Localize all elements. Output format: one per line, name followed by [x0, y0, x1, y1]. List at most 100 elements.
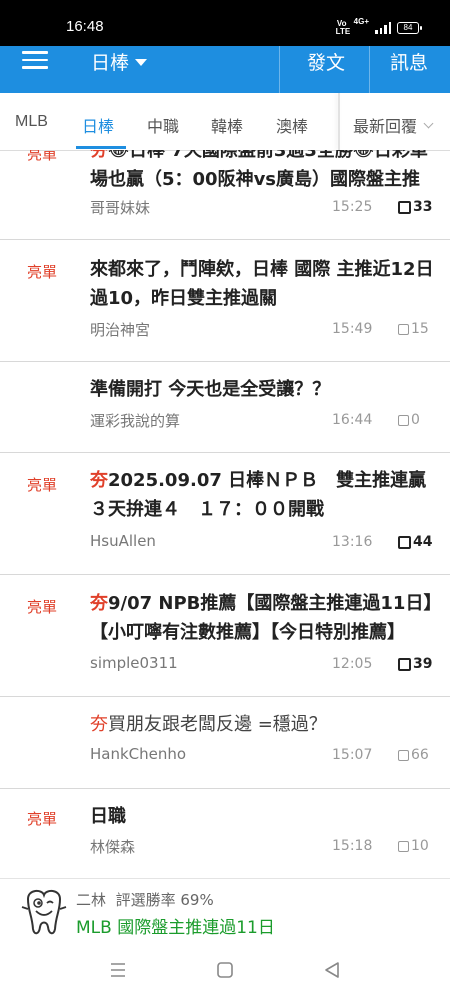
post-item[interactable]: 夯買朋友跟老闆反邊 =穩過？ HankChenho 15:07 66	[0, 696, 450, 789]
reply-number: 44	[413, 534, 433, 550]
tipster-name: 二林	[76, 891, 107, 909]
post-author: HankChenho	[90, 745, 187, 763]
post-author: 哥哥妹妹	[90, 199, 151, 217]
reply-count-icon	[398, 323, 409, 335]
network-type-label: 4G+	[353, 17, 369, 26]
reply-count-icon	[398, 657, 411, 671]
post-item[interactable]: 亮單 夯2025.09.07 日棒ＮＰＢ 雙主推連贏３天拚連４ １７：００開戰 …	[0, 452, 450, 575]
post-title-text: 準備開打 今天也是全受讓？？	[90, 379, 331, 400]
reply-count: 44	[398, 534, 432, 550]
post-item[interactable]: 亮單 日職 林傑森 15:18 10	[0, 788, 450, 878]
reply-count-icon	[398, 535, 411, 549]
sort-dropdown[interactable]: 最新回覆	[353, 113, 434, 137]
rating-value: 69%	[180, 891, 214, 909]
post-title: 夯😂日棒 7天國際盤前3過3全勝😂日彩單場也贏（5：00阪神vs廣島）國際盤主推	[90, 150, 440, 194]
post-button[interactable]: 發文	[307, 48, 345, 75]
post-author: simple0311	[90, 654, 178, 672]
post-title: 夯2025.09.07 日棒ＮＰＢ 雙主推連贏３天拚連４ １７：００開戰	[90, 466, 440, 524]
hot-badge: 夯	[90, 150, 108, 161]
reply-count: 66	[398, 747, 429, 763]
post-item[interactable]: 亮單 來都來了，鬥陣欸，日棒 國際 主推近12日過10，昨日雙主推過關 明治神宮…	[0, 239, 450, 362]
post-title-text: 😂日棒 7天國際盤前3過3全勝😂日彩單場也贏（5：00阪神vs廣島）國際盤主推	[90, 150, 428, 190]
post-title: 夯買朋友跟老闆反邊 =穩過？	[90, 710, 440, 739]
post-title-text: 2025.09.07 日棒ＮＰＢ 雙主推連贏３天拚連４ １７：００開戰	[90, 470, 427, 520]
post-item[interactable]: 準備開打 今天也是全受讓？？ 運彩我說的算 16:44 0	[0, 361, 450, 453]
status-time: 16:48	[66, 18, 104, 35]
post-time: 15:49	[332, 321, 373, 337]
post-time: 13:16	[332, 534, 373, 550]
tabs-separator	[338, 93, 340, 150]
post-title: 日職	[90, 802, 440, 831]
tab-abl[interactable]: 澳棒	[276, 113, 308, 137]
appbar-divider	[369, 46, 370, 93]
post-item[interactable]: 亮單 夯😂日棒 7天國際盤前3過3全勝😂日彩單場也贏（5：00阪神vs廣島）國際…	[0, 150, 450, 240]
reply-number: 15	[411, 321, 429, 337]
reply-number: 66	[411, 747, 429, 763]
active-tab-indicator	[76, 146, 126, 149]
tab-kbo[interactable]: 韓棒	[211, 113, 243, 137]
volte-indicator: Vo LTE	[335, 19, 351, 36]
tab-cpbl[interactable]: 中職	[147, 113, 179, 137]
post-title: 準備開打 今天也是全受讓？？	[90, 375, 440, 404]
post-time: 15:18	[332, 838, 373, 854]
post-author: 明治神宮	[90, 321, 151, 339]
recent-apps-icon[interactable]	[106, 958, 130, 982]
home-icon[interactable]	[213, 958, 237, 982]
post-item[interactable]: 亮單 夯9/07 NPB推薦【國際盤主推連過11日】【小叮嚀有注數推薦】【今日特…	[0, 574, 450, 697]
tab-npb[interactable]: 日棒	[82, 113, 114, 137]
section-label: 日棒	[91, 52, 130, 74]
reply-count: 0	[398, 412, 420, 428]
hot-badge: 夯	[90, 714, 108, 735]
battery-icon: 84	[397, 22, 422, 34]
post-time: 12:05	[332, 656, 373, 672]
hamburger-icon[interactable]	[22, 51, 48, 69]
tooth-mascot-icon	[21, 889, 67, 935]
reply-count-icon	[398, 414, 409, 426]
reply-count-icon	[398, 749, 409, 761]
section-dropdown[interactable]: 日棒	[91, 48, 148, 75]
reply-count: 15	[398, 321, 429, 337]
post-time: 15:07	[332, 747, 373, 763]
caret-down-icon	[135, 59, 148, 66]
system-nav-bar	[0, 940, 450, 1000]
sort-label: 最新回覆	[353, 117, 418, 136]
chevron-down-icon	[423, 118, 434, 128]
post-tag: 亮單	[27, 263, 58, 281]
hot-badge: 夯	[90, 470, 108, 491]
post-tag: 亮單	[27, 598, 58, 616]
reply-count-icon	[398, 840, 409, 852]
back-icon[interactable]	[320, 958, 344, 982]
app-bar: 日棒 發文 訊息	[0, 46, 450, 93]
appbar-divider	[279, 46, 280, 93]
category-tabs: MLB 日棒 中職 韓棒 澳棒 最新回覆	[0, 93, 450, 151]
reply-count-icon	[398, 200, 411, 214]
tab-mlb[interactable]: MLB	[15, 113, 48, 131]
reply-number: 10	[411, 838, 429, 854]
promo-link[interactable]: MLB 國際盤主推連過11日	[76, 913, 275, 938]
post-list: 亮單 夯😂日棒 7天國際盤前3過3全勝😂日彩單場也贏（5：00阪神vs廣島）國際…	[0, 150, 450, 878]
reply-number: 0	[411, 412, 420, 428]
post-time: 16:44	[332, 412, 373, 428]
post-title-text: 來都來了，鬥陣欸，日棒 國際 主推近12日過10，昨日雙主推過關	[90, 259, 434, 309]
tipster-info: 二林 評選勝率 69%	[76, 889, 214, 910]
post-title: 夯9/07 NPB推薦【國際盤主推連過11日】【小叮嚀有注數推薦】【今日特別推薦…	[90, 589, 440, 647]
reply-number: 39	[413, 656, 433, 672]
post-time: 15:25	[332, 199, 373, 215]
status-bar: 16:48 Vo LTE 4G+ 84	[0, 0, 450, 46]
reply-count: 10	[398, 838, 429, 854]
hot-badge: 夯	[90, 593, 108, 614]
post-author: 林傑森	[90, 838, 136, 856]
rating-label: 評選勝率	[115, 891, 176, 909]
reply-number: 33	[413, 199, 433, 215]
reply-count: 33	[398, 199, 432, 215]
reply-count: 39	[398, 656, 432, 672]
status-icons: Vo LTE 4G+ 84	[336, 17, 422, 39]
post-tag: 亮單	[27, 150, 58, 163]
signal-icon	[375, 22, 391, 34]
messages-button[interactable]: 訊息	[390, 48, 428, 75]
post-title-text: 買朋友跟老闆反邊 =穩過？	[108, 714, 327, 735]
post-author: 運彩我說的算	[90, 412, 181, 430]
post-tag: 亮單	[27, 810, 58, 828]
promo-banner[interactable]: 二林 評選勝率 69% MLB 國際盤主推連過11日	[0, 878, 450, 941]
post-title-text: 日職	[90, 806, 126, 827]
